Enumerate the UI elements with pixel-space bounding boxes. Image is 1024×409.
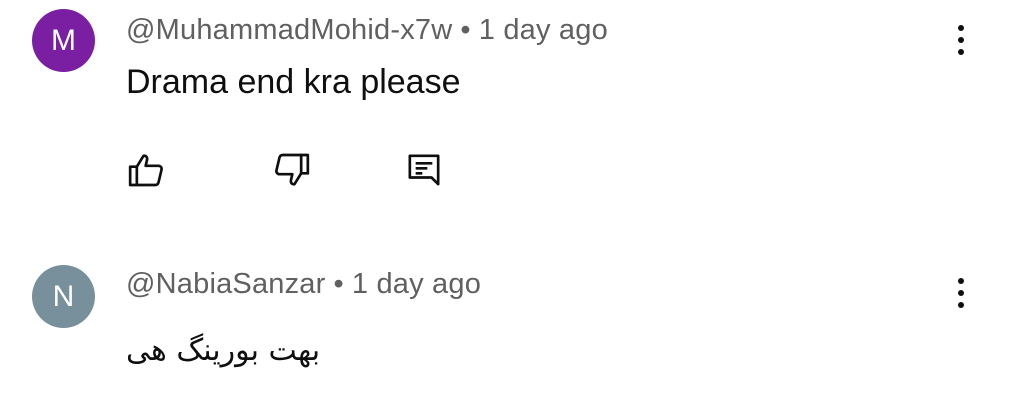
- comment-meta: @MuhammadMohid-x7w • 1 day ago: [126, 14, 608, 47]
- comment-item: M @MuhammadMohid-x7w • 1 day ago Drama end…: [0, 0, 1024, 230]
- more-vert-icon: [958, 278, 964, 284]
- more-vert-icon-dot: [958, 302, 964, 308]
- avatar[interactable]: M: [32, 9, 95, 72]
- more-options-button[interactable]: [948, 20, 974, 60]
- thumbs-down-icon: [275, 153, 310, 186]
- comment-meta: @NabiaSanzar • 1 day ago: [126, 268, 481, 301]
- author-name[interactable]: @NabiaSanzar: [126, 268, 326, 300]
- more-vert-icon-dot: [958, 49, 964, 55]
- like-button[interactable]: [124, 148, 168, 192]
- reply-icon: [408, 154, 440, 186]
- reply-button[interactable]: [402, 148, 446, 192]
- author-name[interactable]: @MuhammadMohid-x7w: [126, 14, 452, 46]
- comment-item: N @NabiaSanzar • 1 day ago بهت بورینگ هی: [0, 255, 1024, 409]
- dislike-button[interactable]: [270, 148, 314, 192]
- thumbs-up-icon: [128, 154, 163, 187]
- comment-time: 1 day ago: [351, 268, 482, 300]
- more-options-button[interactable]: [948, 273, 974, 313]
- avatar[interactable]: N: [32, 265, 95, 328]
- meta-separator: •: [333, 268, 344, 300]
- more-vert-icon-dot: [958, 290, 964, 296]
- comment-text: Drama end kra please: [126, 63, 461, 101]
- comment-time: 1 day ago: [478, 14, 608, 46]
- comment-text: بهت بورینگ هی: [126, 333, 321, 368]
- more-vert-icon: [958, 25, 964, 31]
- more-vert-icon-dot: [958, 37, 964, 43]
- meta-separator: •: [460, 14, 471, 46]
